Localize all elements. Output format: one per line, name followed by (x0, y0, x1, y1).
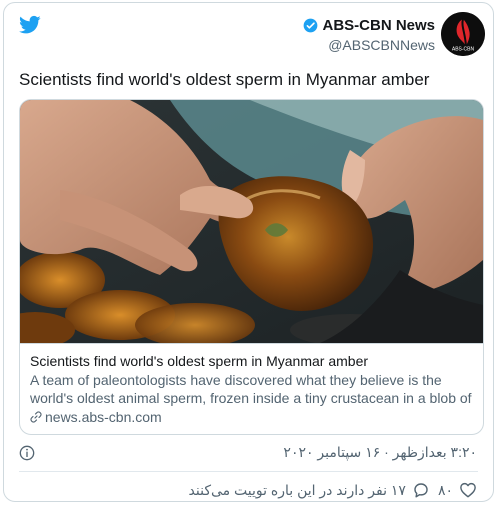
link-card[interactable]: Scientists find world's oldest sperm in … (19, 99, 484, 435)
like-action[interactable]: ۸۰ (438, 481, 477, 499)
tweet-text: Scientists find world's oldest sperm in … (19, 70, 430, 89)
author-name-row: ABS-CBN News (303, 17, 435, 34)
card-description: A team of paleontologists have discovere… (30, 372, 472, 406)
tweet-embed: ABS-CBN News @ABSCBNNews ABS-CBN Scienti… (3, 2, 494, 502)
author-display-name[interactable]: ABS-CBN News (322, 17, 435, 34)
twitter-bird-icon[interactable] (19, 15, 41, 35)
avatar-text: ABS-CBN (452, 47, 475, 53)
reply-text[interactable]: ۱۷ نفر دارند در این باره توییت می‌کنند (189, 482, 406, 499)
like-count: ۸۰ (437, 481, 453, 498)
speech-bubble-icon[interactable] (412, 481, 430, 499)
heart-icon[interactable] (459, 481, 477, 499)
link-icon (30, 411, 42, 423)
card-body[interactable]: Scientists find world's oldest sperm in … (20, 343, 483, 434)
author-handle[interactable]: @ABSCBNNews (303, 37, 435, 53)
card-title[interactable]: Scientists find world's oldest sperm in … (30, 352, 473, 370)
author-block[interactable]: ABS-CBN News @ABSCBNNews (303, 17, 435, 53)
card-domain-text[interactable]: news.abs-cbn.com (45, 408, 162, 426)
avatar[interactable]: ABS-CBN (441, 12, 485, 56)
divider (19, 471, 478, 472)
tweet-actions: ۸۰ ۱۷ نفر دارند در این باره توییت می‌کنن… (189, 481, 477, 499)
verified-badge-icon (304, 18, 318, 33)
card-image[interactable] (20, 100, 483, 343)
info-icon[interactable] (19, 445, 35, 461)
card-domain: news.abs-cbn.com (30, 408, 473, 426)
reply-action[interactable]: ۱۷ نفر دارند در این باره توییت می‌کنند (189, 481, 430, 499)
tweet-timestamp[interactable]: ۳:۲۰ بعدازظهر · ۱۶ سپتامبر ۲۰۲۰ (283, 444, 477, 461)
abs-cbn-logo: ABS-CBN (441, 12, 485, 56)
